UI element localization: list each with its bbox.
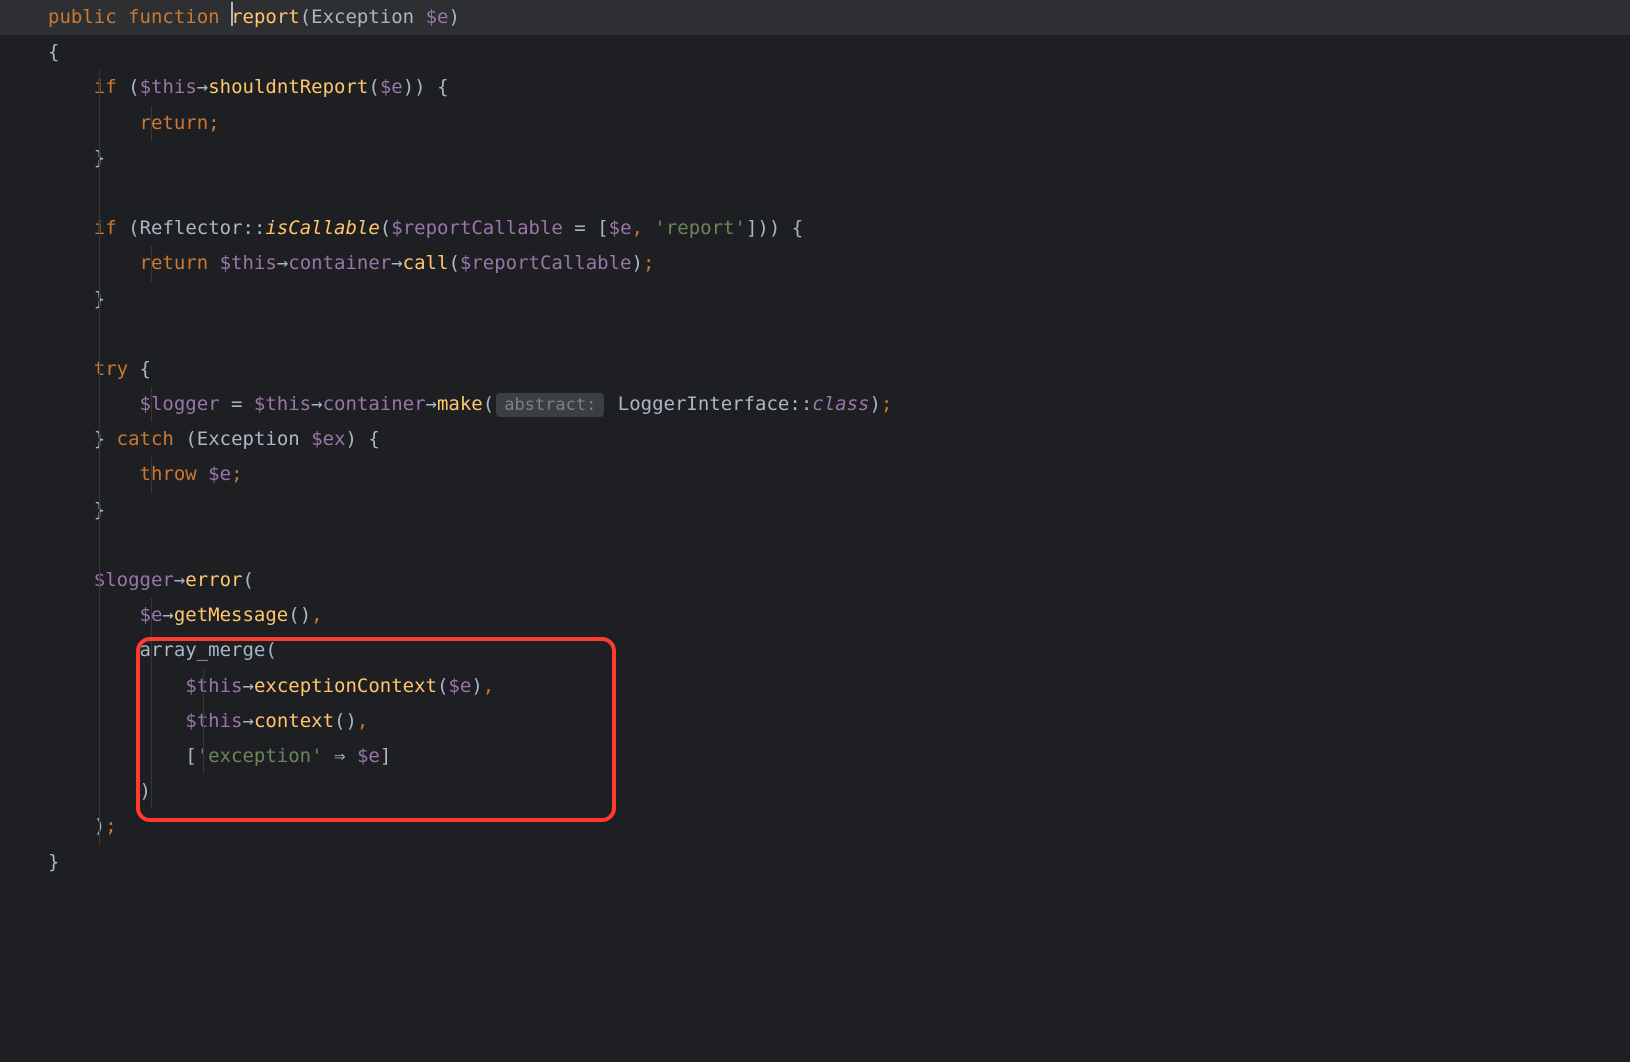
code-line[interactable]: return $this→container→call($reportCalla…: [0, 246, 1630, 281]
keyword-if: if: [94, 217, 117, 239]
property: container: [288, 252, 391, 274]
var-reportcallable: $reportCallable: [391, 217, 563, 239]
method-name: exceptionContext: [254, 675, 437, 697]
code-line[interactable]: {: [0, 35, 1630, 70]
code-line[interactable]: $logger = $this→container→make(abstract:…: [0, 387, 1630, 422]
method-name: getMessage: [174, 604, 288, 626]
method-name: isCallable: [265, 217, 379, 239]
var-logger: $logger: [94, 569, 174, 591]
param-type: Exception: [311, 6, 414, 28]
keyword-function: function: [128, 6, 220, 28]
keyword-catch: catch: [117, 428, 174, 450]
code-line[interactable]: }: [0, 282, 1630, 317]
code-line[interactable]: if ($this→shouldntReport($e)) {: [0, 70, 1630, 105]
code-line[interactable]: [0, 528, 1630, 563]
code-line[interactable]: } catch (Exception $ex) {: [0, 422, 1630, 457]
keyword-if: if: [94, 76, 117, 98]
code-line[interactable]: $logger→error(: [0, 563, 1630, 598]
code-line[interactable]: $this→exceptionContext($e),: [0, 669, 1630, 704]
property: container: [323, 393, 426, 415]
string-literal: 'report': [654, 217, 746, 239]
code-line[interactable]: [0, 317, 1630, 352]
code-line[interactable]: }: [0, 141, 1630, 176]
code-line[interactable]: return;: [0, 106, 1630, 141]
code-line[interactable]: if (Reflector::isCallable($reportCallabl…: [0, 211, 1630, 246]
code-line[interactable]: ): [0, 774, 1630, 809]
brace: {: [48, 41, 59, 63]
code-line[interactable]: }: [0, 493, 1630, 528]
method-name: shouldntReport: [208, 76, 368, 98]
parameter-hint: abstract:: [496, 393, 604, 417]
keyword-public: public: [48, 6, 117, 28]
var-this: $this: [140, 76, 197, 98]
code-line[interactable]: $this→context(),: [0, 704, 1630, 739]
code-editor[interactable]: public function report(Exception $e) { i…: [0, 0, 1630, 880]
code-line[interactable]: public function report(Exception $e): [0, 0, 1630, 35]
param-var: $e: [426, 6, 449, 28]
function-name: report: [231, 6, 300, 28]
method-name: make: [437, 393, 483, 415]
var-this: $this: [220, 252, 277, 274]
code-line[interactable]: try {: [0, 352, 1630, 387]
double-arrow: ⇒: [334, 745, 345, 767]
var-this: $this: [185, 675, 242, 697]
var-reportcallable: $reportCallable: [460, 252, 632, 274]
var-e: $e: [380, 76, 403, 98]
var-this: $this: [185, 710, 242, 732]
method-name: context: [254, 710, 334, 732]
method-name: error: [185, 569, 242, 591]
code-line[interactable]: throw $e;: [0, 457, 1630, 492]
code-line[interactable]: ['exception' ⇒ $e]: [0, 739, 1630, 774]
code-line[interactable]: }: [0, 845, 1630, 880]
function-name: array_merge: [140, 639, 266, 661]
var-this: $this: [254, 393, 311, 415]
code-line[interactable]: array_merge(: [0, 633, 1630, 668]
class-name: Reflector: [140, 217, 243, 239]
string-literal: 'exception': [197, 745, 323, 767]
var-e: $e: [357, 745, 380, 767]
code-line[interactable]: );: [0, 809, 1630, 844]
type-name: Exception: [197, 428, 300, 450]
method-name: call: [403, 252, 449, 274]
class-name: LoggerInterface: [618, 393, 790, 415]
var-e: $e: [208, 463, 231, 485]
var-ex: $ex: [311, 428, 345, 450]
keyword-return: return: [140, 252, 209, 274]
code-line[interactable]: [0, 176, 1630, 211]
keyword-return: return: [140, 112, 209, 134]
const-class: class: [812, 393, 869, 415]
keyword-throw: throw: [140, 463, 197, 485]
var-e: $e: [609, 217, 632, 239]
var-e: $e: [448, 675, 471, 697]
code-line[interactable]: $e→getMessage(),: [0, 598, 1630, 633]
